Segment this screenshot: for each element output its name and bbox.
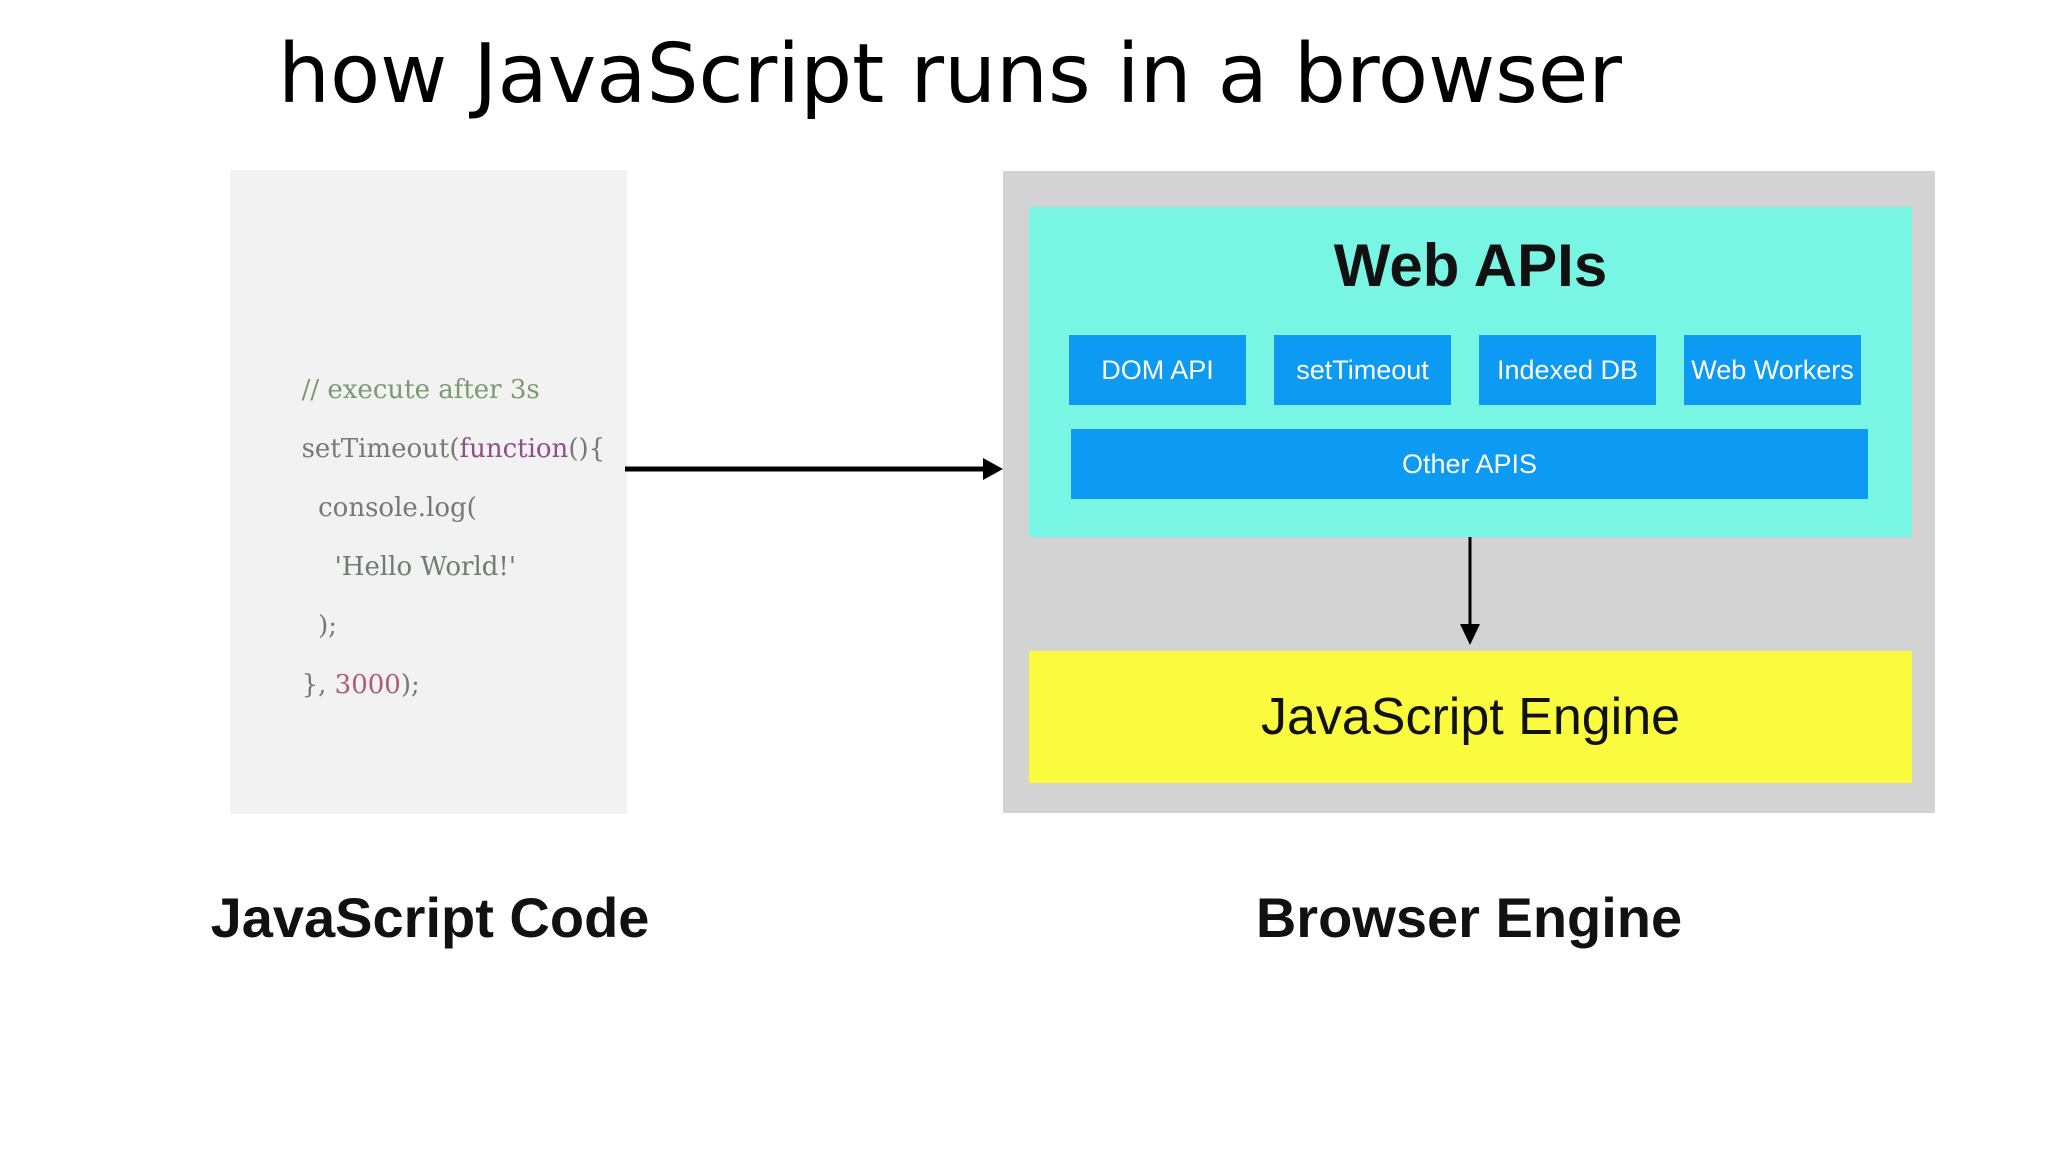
code-line: // execute after 3s [252, 302, 605, 405]
code-token: (){ [568, 434, 606, 464]
code-token: // execute after 3s [301, 375, 540, 405]
slide-title: how JavaScript runs in a browser [277, 27, 1623, 122]
api-web-workers: Web Workers [1684, 335, 1861, 405]
code-token: }, [301, 670, 335, 700]
code-panel: // execute after 3s setTimeout(function(… [230, 170, 627, 814]
api-dom: DOM API [1069, 335, 1246, 405]
javascript-engine-box: JavaScript Engine [1029, 651, 1912, 783]
code-token: ); [400, 670, 420, 700]
browser-engine-caption: Browser Engine [1255, 886, 1683, 949]
javascript-code-caption: JavaScript Code [210, 886, 650, 949]
code-token: 3000 [334, 670, 401, 700]
api-settimeout: setTimeout [1274, 335, 1451, 405]
code-token: 'Hello World!' [301, 552, 517, 582]
web-apis-title: Web APIs [1333, 232, 1608, 299]
code-token: setTimeout( [301, 434, 460, 464]
code-to-engine-arrow [625, 458, 1003, 480]
code-token: function [459, 434, 569, 464]
api-other: Other APIS [1071, 429, 1868, 499]
web-apis-box: Web APIs DOM API setTimeout Indexed DB W… [1029, 207, 1912, 537]
code-token: ); [301, 611, 338, 641]
api-indexed-db: Indexed DB [1479, 335, 1656, 405]
code-token: console.log( [301, 493, 477, 523]
code-lines: // execute after 3s setTimeout(function(… [252, 302, 606, 700]
